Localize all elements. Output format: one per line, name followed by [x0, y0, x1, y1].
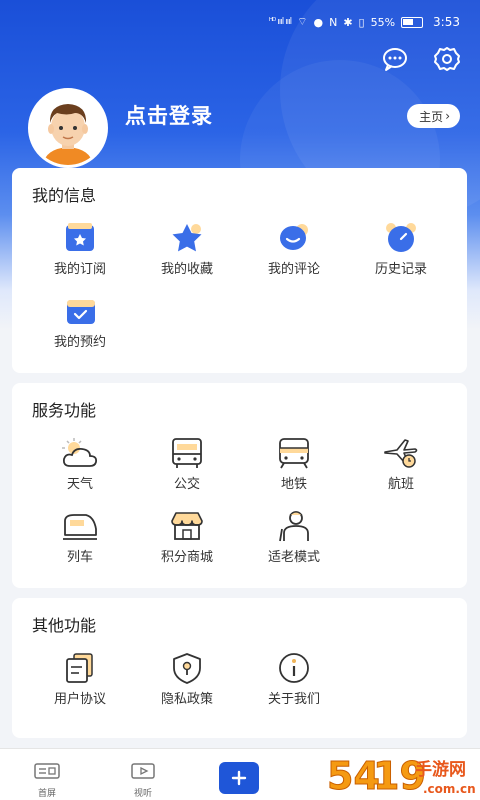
- grid-item-label: 我的预约: [53, 335, 106, 350]
- grid-item-label: 我的收藏: [160, 262, 213, 277]
- grid-item-appointments[interactable]: 我的预约: [30, 293, 130, 353]
- grid-item-label: 隐私政策: [160, 692, 213, 707]
- grid-item-label: 历史记录: [374, 262, 427, 277]
- grid-item-subscription[interactable]: 我的订阅: [30, 220, 130, 280]
- status-bar: ᴴᴰ ıııl ıııl ⌔ ● N ✱ ▯ 55% 3:53: [0, 0, 480, 44]
- clock: 3:53: [433, 15, 460, 29]
- wifi-icon: ⌔: [297, 15, 308, 28]
- grid-item-label: 关于我们: [267, 692, 320, 707]
- grid-item-history[interactable]: 历史记录: [351, 220, 451, 280]
- weather-icon: [60, 435, 100, 471]
- grid-item-label: 积分商城: [160, 550, 213, 565]
- grid-item-about-us[interactable]: 关于我们: [244, 650, 344, 710]
- publish-button[interactable]: [219, 762, 259, 794]
- grid-item-label: 航班: [387, 477, 414, 492]
- subscription-icon: [60, 220, 100, 256]
- document-icon: [60, 650, 100, 686]
- grid-item-label: 我的订阅: [53, 262, 106, 277]
- grid-item-label: 公交: [173, 477, 200, 492]
- grid-item-label: 适老模式: [267, 550, 320, 565]
- flight-icon: [381, 435, 421, 471]
- info-icon: [274, 650, 314, 686]
- battery-icon: [401, 16, 424, 28]
- grid-item-flight[interactable]: 航班: [351, 435, 451, 495]
- svg-text:54: 54: [327, 754, 380, 798]
- home-button[interactable]: 主页 ›: [407, 104, 460, 128]
- grid-item-label: 天气: [66, 477, 93, 492]
- login-link[interactable]: 点击登录: [125, 100, 213, 130]
- chat-status-icon: ●: [313, 15, 324, 29]
- grid-item-favorites[interactable]: 我的收藏: [137, 220, 237, 280]
- grid-item-user-agreement[interactable]: 用户协议: [30, 650, 130, 710]
- signal-icon: ᴴᴰ ıııl ıııl: [268, 17, 292, 27]
- message-icon[interactable]: [380, 44, 410, 74]
- subway-icon: [274, 435, 314, 471]
- grid-item-label: 用户协议: [53, 692, 106, 707]
- grid-item-comments[interactable]: 我的评论: [244, 220, 344, 280]
- bus-icon: [167, 435, 207, 471]
- bluetooth-icon: ✱: [343, 15, 353, 29]
- svg-text:手游网: 手游网: [415, 759, 466, 780]
- other-card: 其他功能 用户协议 隐私政策 关于我们: [12, 598, 467, 738]
- grid-item-label: 列车: [66, 550, 93, 565]
- section-title: 其他功能: [32, 616, 97, 635]
- home-button-label: 主页: [419, 109, 444, 124]
- section-title: 我的信息: [32, 186, 97, 205]
- shop-icon: [167, 508, 207, 544]
- shield-lock-icon: [167, 650, 207, 686]
- nav-item-video[interactable]: 视听: [113, 763, 173, 799]
- nav-item-home-screen[interactable]: 首屏: [17, 763, 77, 799]
- services-card: 服务功能 天气 公交 地铁 航班 列车 积分商城 适老模式: [12, 383, 467, 588]
- clock-icon: [381, 220, 421, 256]
- battery-percent: 55%: [370, 15, 396, 29]
- gear-icon[interactable]: [432, 44, 462, 74]
- grid-item-privacy-policy[interactable]: 隐私政策: [137, 650, 237, 710]
- watermark-logo: 54 19 手游网 .com.cn: [325, 745, 480, 800]
- nav-item-label: 视听: [133, 789, 152, 799]
- vibrate-icon: ▯: [358, 15, 365, 29]
- grid-item-label: 我的评论: [267, 262, 320, 277]
- nav-item-label: 首屏: [37, 789, 56, 799]
- grid-item-label: 地铁: [280, 477, 307, 492]
- grid-item-elderly-mode[interactable]: 适老模式: [244, 508, 344, 568]
- my-info-card: 我的信息 我的订阅 我的收藏 我的评论 历史记录 我的预约: [12, 168, 467, 373]
- svg-text:.com.cn: .com.cn: [423, 782, 476, 796]
- chevron-right-icon: ›: [445, 109, 450, 123]
- grid-item-bus[interactable]: 公交: [137, 435, 237, 495]
- grid-item-subway[interactable]: 地铁: [244, 435, 344, 495]
- elderly-icon: [274, 508, 314, 544]
- nfc-icon: N: [329, 15, 338, 29]
- star-icon: [167, 220, 207, 256]
- grid-item-weather[interactable]: 天气: [30, 435, 130, 495]
- comment-icon: [274, 220, 314, 256]
- plus-icon: [231, 770, 247, 786]
- train-icon: [60, 508, 100, 544]
- grid-item-points-mall[interactable]: 积分商城: [137, 508, 237, 568]
- avatar[interactable]: [28, 88, 108, 168]
- calendar-check-icon: [60, 293, 100, 329]
- grid-item-train[interactable]: 列车: [30, 508, 130, 568]
- home-screen-icon: [34, 763, 60, 779]
- video-icon: [131, 763, 155, 779]
- section-title: 服务功能: [32, 401, 97, 420]
